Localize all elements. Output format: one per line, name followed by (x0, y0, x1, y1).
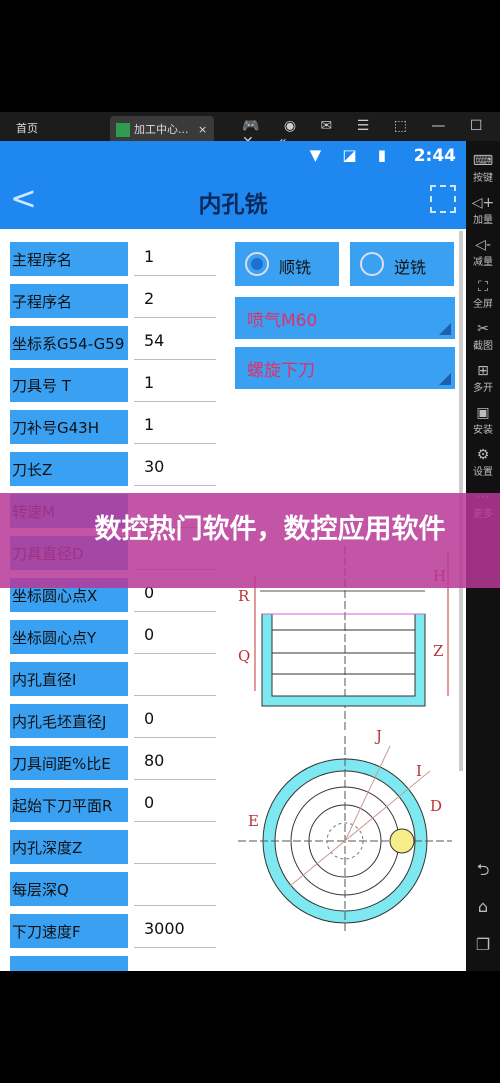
close-tab-icon[interactable]: × (198, 123, 207, 136)
field-label: 子程序名 (10, 284, 128, 318)
field-input[interactable] (134, 830, 216, 864)
radio-checked-icon (245, 252, 269, 276)
app-tab[interactable]: 加工中心... × (110, 116, 214, 142)
field-label: 坐标圆心点Y (10, 620, 128, 654)
sidebar-label: 多开 (473, 383, 493, 394)
nav-button-icon[interactable]: ⌂ (466, 897, 500, 916)
field-input[interactable] (134, 956, 216, 971)
sidebar-item[interactable]: ◁- 减量 (466, 237, 500, 268)
field-input[interactable] (134, 662, 216, 696)
sidebar-label: 加量 (473, 215, 493, 226)
sidebar-label: 减量 (473, 257, 493, 268)
field-label: 内孔毛坯直径J (10, 704, 128, 738)
field-label: 坐标系G54-G59 (10, 326, 128, 360)
sidebar-item[interactable]: ✂ 截图 (466, 321, 500, 352)
field-input[interactable]: 0 (134, 788, 216, 822)
field-label: 内孔直径I (10, 662, 128, 696)
app-icon (116, 123, 130, 137)
field-label: 刀具号 T (10, 368, 128, 402)
sidebar-item[interactable]: ▣ 安装 (466, 405, 500, 436)
sidebar-icon: ⚙ (476, 447, 490, 463)
dropdown-arrow-icon (439, 373, 451, 385)
dim-label-r: R (238, 587, 250, 605)
sidebar-icon: ⊞ (477, 363, 489, 379)
nav-button-icon[interactable]: ⮌ (466, 859, 500, 886)
dropdown-arrow-icon (439, 323, 451, 335)
field-input[interactable]: 0 (134, 620, 216, 654)
dim-label-q: Q (238, 647, 250, 665)
status-bar: ▼ ◪ ▮ 2:44 (0, 141, 466, 171)
sidebar-item[interactable]: ⚙ 设置 (466, 447, 500, 478)
dim-label-j: J (374, 727, 382, 745)
field-input[interactable]: 2 (134, 284, 216, 318)
dim-label-z: Z (433, 642, 443, 660)
field-label: 下刀速度F (10, 914, 128, 948)
clock: 2:44 (413, 146, 456, 166)
field-input[interactable]: 1 (134, 410, 216, 444)
coolant-dropdown[interactable]: 喷气M60 (235, 297, 455, 339)
sidebar-item[interactable]: ⌨ 按键 (466, 153, 500, 184)
field-label: 每层深Q (10, 872, 128, 906)
home-tab[interactable]: 首页 (16, 120, 38, 136)
radio-label: 顺铣 (279, 258, 312, 277)
radio-unchecked-icon (360, 252, 384, 276)
sidebar-item[interactable]: ⊞ 多开 (466, 363, 500, 394)
field-input[interactable]: 30 (134, 452, 216, 486)
field-label: 起始下刀平面R (10, 788, 128, 822)
dim-label-i: I (416, 762, 422, 780)
sidebar-label: 按键 (473, 173, 493, 184)
field-label: 内孔深度Z (10, 830, 128, 864)
field-label (10, 956, 128, 971)
page-title: 内孔铣 (198, 192, 268, 218)
fullscreen-icon[interactable] (430, 185, 456, 213)
sidebar-label: 安装 (473, 425, 493, 436)
dropdown-value: 螺旋下刀 (247, 361, 315, 381)
nav-button-icon[interactable]: ❐ (466, 935, 500, 954)
field-input[interactable]: 3000 (134, 914, 216, 948)
sidebar-icon: ◁- (475, 237, 491, 253)
conventional-milling-radio[interactable]: 逆铣 (350, 242, 454, 286)
sidebar-label: 全屏 (473, 299, 493, 310)
dim-label-e: E (248, 812, 259, 830)
tab-label: 加工中心... (134, 123, 189, 136)
field-input[interactable]: 0 (134, 704, 216, 738)
radio-label: 逆铣 (394, 258, 427, 277)
sidebar-icon: ✂ (477, 321, 489, 337)
sidebar-icon: ◁+ (471, 195, 495, 211)
sidebar-label: 截图 (473, 341, 493, 352)
climb-milling-radio[interactable]: 顺铣 (235, 242, 339, 286)
field-label: 刀具间距%比E (10, 746, 128, 780)
field-label: 刀补号G43H (10, 410, 128, 444)
sidebar-icon: ⌨ (472, 153, 494, 169)
banner-text: 数控热门软件，数控应用软件 (94, 514, 446, 545)
sidebar-icon: ▣ (476, 405, 490, 421)
sidebar-item[interactable]: ◁+ 加量 (466, 195, 500, 226)
field-input[interactable]: 54 (134, 326, 216, 360)
status-icons: ▼ ◪ ▮ (309, 146, 394, 164)
dropdown-value: 喷气M60 (247, 311, 318, 331)
field-label: 刀长Z (10, 452, 128, 486)
window-titlebar: 首页 加工中心... × 🎮 ◉ ✉ ☰ ⬚ — ☐ ✕ « (0, 112, 500, 150)
field-input[interactable]: 1 (134, 242, 216, 276)
plunge-mode-dropdown[interactable]: 螺旋下刀 (235, 347, 455, 389)
field-input[interactable]: 80 (134, 746, 216, 780)
app-bar: < 内孔铣 (0, 171, 466, 229)
title-banner: 数控热门软件，数控应用软件 (0, 493, 500, 588)
field-label: 主程序名 (10, 242, 128, 276)
dim-label-d: D (430, 797, 442, 815)
field-input[interactable]: 1 (134, 368, 216, 402)
field-input[interactable] (134, 872, 216, 906)
sidebar-label: 设置 (473, 467, 493, 478)
bore-milling-diagram: R Q H Z J I D E (238, 546, 452, 931)
sidebar-item[interactable]: ⛶ 全屏 (466, 279, 500, 310)
sidebar-icon: ⛶ (478, 279, 488, 295)
